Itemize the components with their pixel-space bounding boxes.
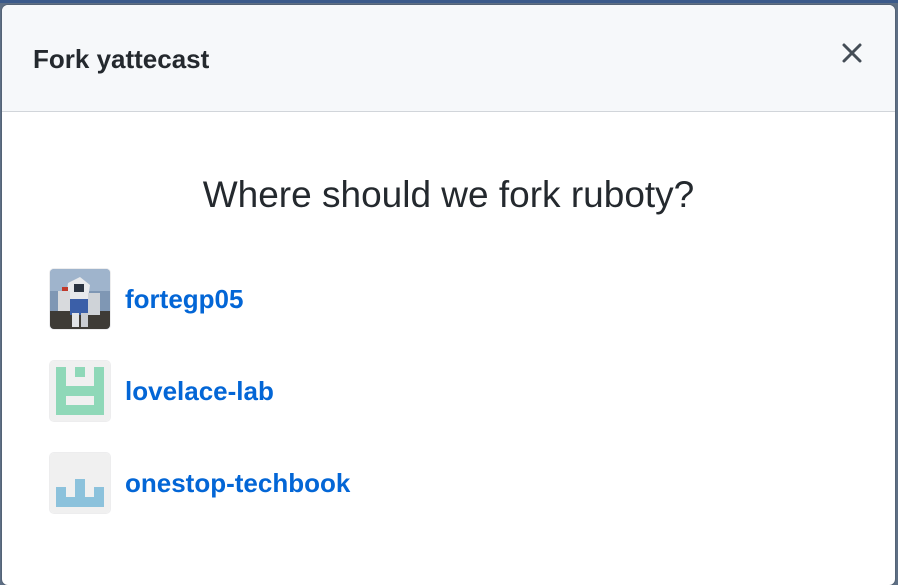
owner-item-onestop-techbook[interactable]: onestop-techbook xyxy=(50,453,350,513)
fork-dialog: Fork yattecast Where should we fork rubo… xyxy=(2,5,895,585)
owner-list: fortegp05 lovelace-lab onestop-techbook xyxy=(50,269,350,545)
avatar xyxy=(50,361,110,421)
close-button[interactable] xyxy=(837,38,867,68)
fork-question: Where should we fork ruboty? xyxy=(202,174,695,215)
owner-item-lovelace-lab[interactable]: lovelace-lab xyxy=(50,361,350,421)
owner-item-fortegp05[interactable]: fortegp05 xyxy=(50,269,350,329)
photo-avatar-icon xyxy=(50,269,110,329)
owner-link[interactable]: fortegp05 xyxy=(125,283,243,315)
x-icon xyxy=(842,43,862,63)
dialog-title: Fork yattecast xyxy=(33,44,210,74)
page-backdrop xyxy=(0,0,898,3)
dialog-header: Fork yattecast xyxy=(2,5,895,112)
identicon-green-icon xyxy=(50,361,110,421)
identicon-blue-icon xyxy=(50,453,110,513)
avatar xyxy=(50,269,110,329)
avatar xyxy=(50,453,110,513)
owner-link[interactable]: lovelace-lab xyxy=(125,375,274,407)
owner-link[interactable]: onestop-techbook xyxy=(125,467,350,499)
